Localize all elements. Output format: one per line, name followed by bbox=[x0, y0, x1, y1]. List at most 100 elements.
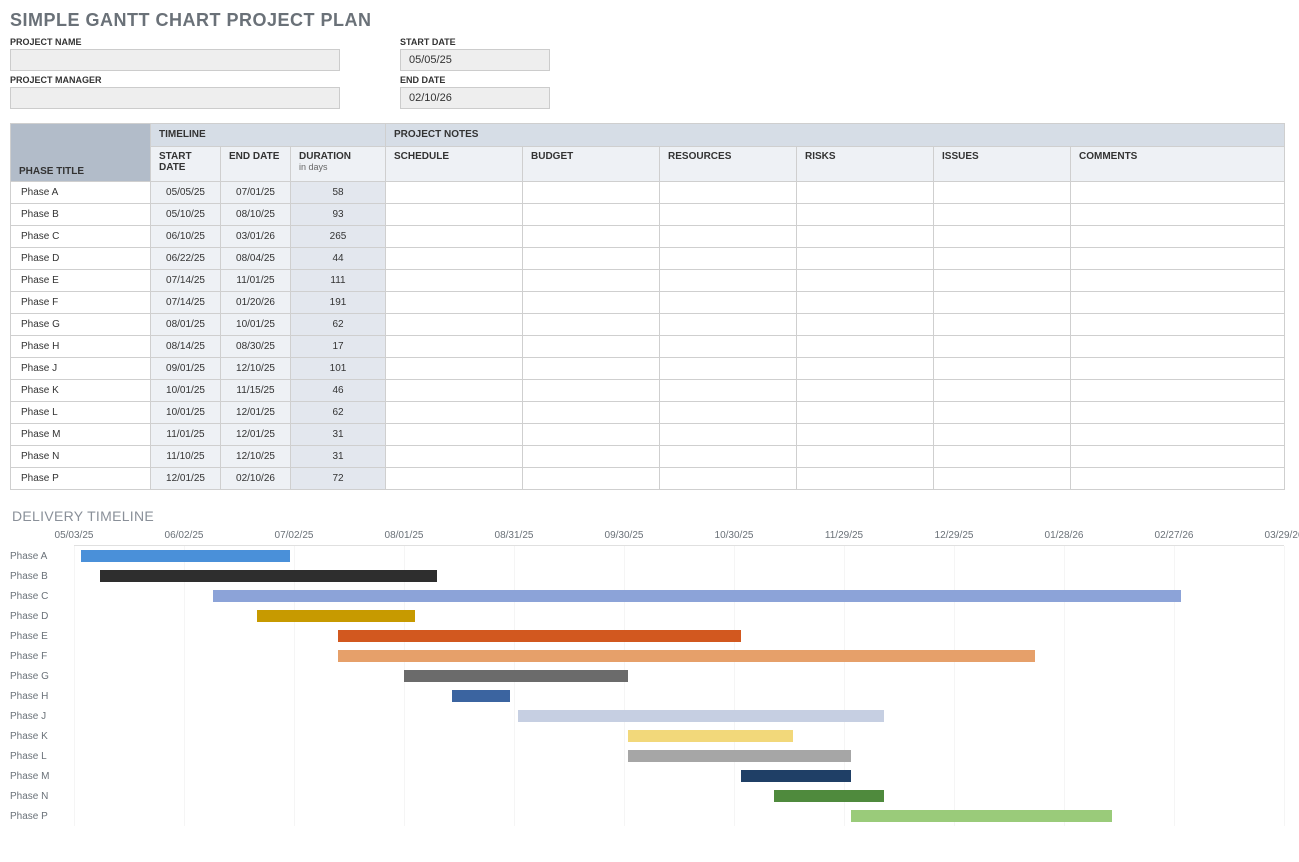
cell-comments[interactable] bbox=[1071, 424, 1285, 446]
cell-end[interactable]: 12/01/25 bbox=[221, 424, 291, 446]
cell-duration[interactable]: 58 bbox=[291, 182, 386, 204]
cell-schedule[interactable] bbox=[386, 248, 523, 270]
start-date-input[interactable]: 05/05/25 bbox=[400, 49, 550, 71]
cell-duration[interactable]: 101 bbox=[291, 358, 386, 380]
table-row[interactable]: Phase J09/01/2512/10/25101 bbox=[11, 358, 1285, 380]
cell-issues[interactable] bbox=[934, 468, 1071, 490]
cell-risks[interactable] bbox=[797, 270, 934, 292]
cell-start[interactable]: 07/14/25 bbox=[151, 270, 221, 292]
cell-issues[interactable] bbox=[934, 182, 1071, 204]
cell-duration[interactable]: 265 bbox=[291, 226, 386, 248]
cell-end[interactable]: 10/01/25 bbox=[221, 314, 291, 336]
cell-phase[interactable]: Phase N bbox=[11, 446, 151, 468]
cell-risks[interactable] bbox=[797, 314, 934, 336]
cell-end[interactable]: 11/15/25 bbox=[221, 380, 291, 402]
cell-duration[interactable]: 93 bbox=[291, 204, 386, 226]
project-name-input[interactable] bbox=[10, 49, 340, 71]
cell-start[interactable]: 06/22/25 bbox=[151, 248, 221, 270]
table-row[interactable]: Phase M11/01/2512/01/2531 bbox=[11, 424, 1285, 446]
cell-issues[interactable] bbox=[934, 314, 1071, 336]
cell-schedule[interactable] bbox=[386, 204, 523, 226]
cell-resources[interactable] bbox=[660, 358, 797, 380]
cell-start[interactable]: 05/10/25 bbox=[151, 204, 221, 226]
cell-budget[interactable] bbox=[523, 182, 660, 204]
cell-duration[interactable]: 62 bbox=[291, 314, 386, 336]
cell-budget[interactable] bbox=[523, 402, 660, 424]
table-row[interactable]: Phase B05/10/2508/10/2593 bbox=[11, 204, 1285, 226]
cell-comments[interactable] bbox=[1071, 204, 1285, 226]
cell-resources[interactable] bbox=[660, 182, 797, 204]
cell-issues[interactable] bbox=[934, 446, 1071, 468]
cell-risks[interactable] bbox=[797, 446, 934, 468]
cell-duration[interactable]: 31 bbox=[291, 424, 386, 446]
cell-duration[interactable]: 31 bbox=[291, 446, 386, 468]
cell-phase[interactable]: Phase J bbox=[11, 358, 151, 380]
cell-issues[interactable] bbox=[934, 402, 1071, 424]
cell-phase[interactable]: Phase L bbox=[11, 402, 151, 424]
gantt-bar[interactable] bbox=[518, 710, 885, 722]
cell-schedule[interactable] bbox=[386, 468, 523, 490]
cell-resources[interactable] bbox=[660, 380, 797, 402]
cell-comments[interactable] bbox=[1071, 336, 1285, 358]
cell-phase[interactable]: Phase B bbox=[11, 204, 151, 226]
gantt-bar[interactable] bbox=[628, 750, 852, 762]
cell-schedule[interactable] bbox=[386, 446, 523, 468]
table-row[interactable]: Phase E07/14/2511/01/25111 bbox=[11, 270, 1285, 292]
cell-budget[interactable] bbox=[523, 204, 660, 226]
cell-end[interactable]: 08/30/25 bbox=[221, 336, 291, 358]
cell-end[interactable]: 12/10/25 bbox=[221, 446, 291, 468]
cell-budget[interactable] bbox=[523, 468, 660, 490]
cell-phase[interactable]: Phase G bbox=[11, 314, 151, 336]
cell-issues[interactable] bbox=[934, 248, 1071, 270]
cell-risks[interactable] bbox=[797, 424, 934, 446]
cell-comments[interactable] bbox=[1071, 358, 1285, 380]
cell-phase[interactable]: Phase F bbox=[11, 292, 151, 314]
cell-phase[interactable]: Phase P bbox=[11, 468, 151, 490]
cell-start[interactable]: 10/01/25 bbox=[151, 402, 221, 424]
cell-resources[interactable] bbox=[660, 226, 797, 248]
table-row[interactable]: Phase C06/10/2503/01/26265 bbox=[11, 226, 1285, 248]
table-row[interactable]: Phase A05/05/2507/01/2558 bbox=[11, 182, 1285, 204]
gantt-bar[interactable] bbox=[338, 630, 741, 642]
table-row[interactable]: Phase N11/10/2512/10/2531 bbox=[11, 446, 1285, 468]
cell-end[interactable]: 12/01/25 bbox=[221, 402, 291, 424]
gantt-bar[interactable] bbox=[81, 550, 290, 562]
cell-end[interactable]: 01/20/26 bbox=[221, 292, 291, 314]
gantt-bar[interactable] bbox=[213, 590, 1181, 602]
cell-duration[interactable]: 62 bbox=[291, 402, 386, 424]
cell-comments[interactable] bbox=[1071, 468, 1285, 490]
gantt-bar[interactable] bbox=[774, 790, 884, 802]
cell-schedule[interactable] bbox=[386, 226, 523, 248]
cell-start[interactable]: 08/01/25 bbox=[151, 314, 221, 336]
table-row[interactable]: Phase G08/01/2510/01/2562 bbox=[11, 314, 1285, 336]
cell-start[interactable]: 06/10/25 bbox=[151, 226, 221, 248]
cell-phase[interactable]: Phase M bbox=[11, 424, 151, 446]
cell-resources[interactable] bbox=[660, 248, 797, 270]
cell-risks[interactable] bbox=[797, 204, 934, 226]
cell-duration[interactable]: 72 bbox=[291, 468, 386, 490]
cell-comments[interactable] bbox=[1071, 182, 1285, 204]
cell-end[interactable]: 03/01/26 bbox=[221, 226, 291, 248]
cell-end[interactable]: 02/10/26 bbox=[221, 468, 291, 490]
table-row[interactable]: Phase D06/22/2508/04/2544 bbox=[11, 248, 1285, 270]
cell-start[interactable]: 09/01/25 bbox=[151, 358, 221, 380]
cell-phase[interactable]: Phase D bbox=[11, 248, 151, 270]
cell-budget[interactable] bbox=[523, 314, 660, 336]
cell-budget[interactable] bbox=[523, 270, 660, 292]
cell-issues[interactable] bbox=[934, 380, 1071, 402]
cell-schedule[interactable] bbox=[386, 314, 523, 336]
gantt-bar[interactable] bbox=[741, 770, 851, 782]
gantt-bar[interactable] bbox=[257, 610, 415, 622]
cell-budget[interactable] bbox=[523, 358, 660, 380]
cell-start[interactable]: 12/01/25 bbox=[151, 468, 221, 490]
cell-schedule[interactable] bbox=[386, 270, 523, 292]
cell-issues[interactable] bbox=[934, 358, 1071, 380]
cell-end[interactable]: 12/10/25 bbox=[221, 358, 291, 380]
cell-resources[interactable] bbox=[660, 446, 797, 468]
gantt-bar[interactable] bbox=[851, 810, 1111, 822]
cell-duration[interactable]: 111 bbox=[291, 270, 386, 292]
cell-risks[interactable] bbox=[797, 468, 934, 490]
cell-budget[interactable] bbox=[523, 292, 660, 314]
cell-risks[interactable] bbox=[797, 292, 934, 314]
gantt-bar[interactable] bbox=[338, 650, 1035, 662]
